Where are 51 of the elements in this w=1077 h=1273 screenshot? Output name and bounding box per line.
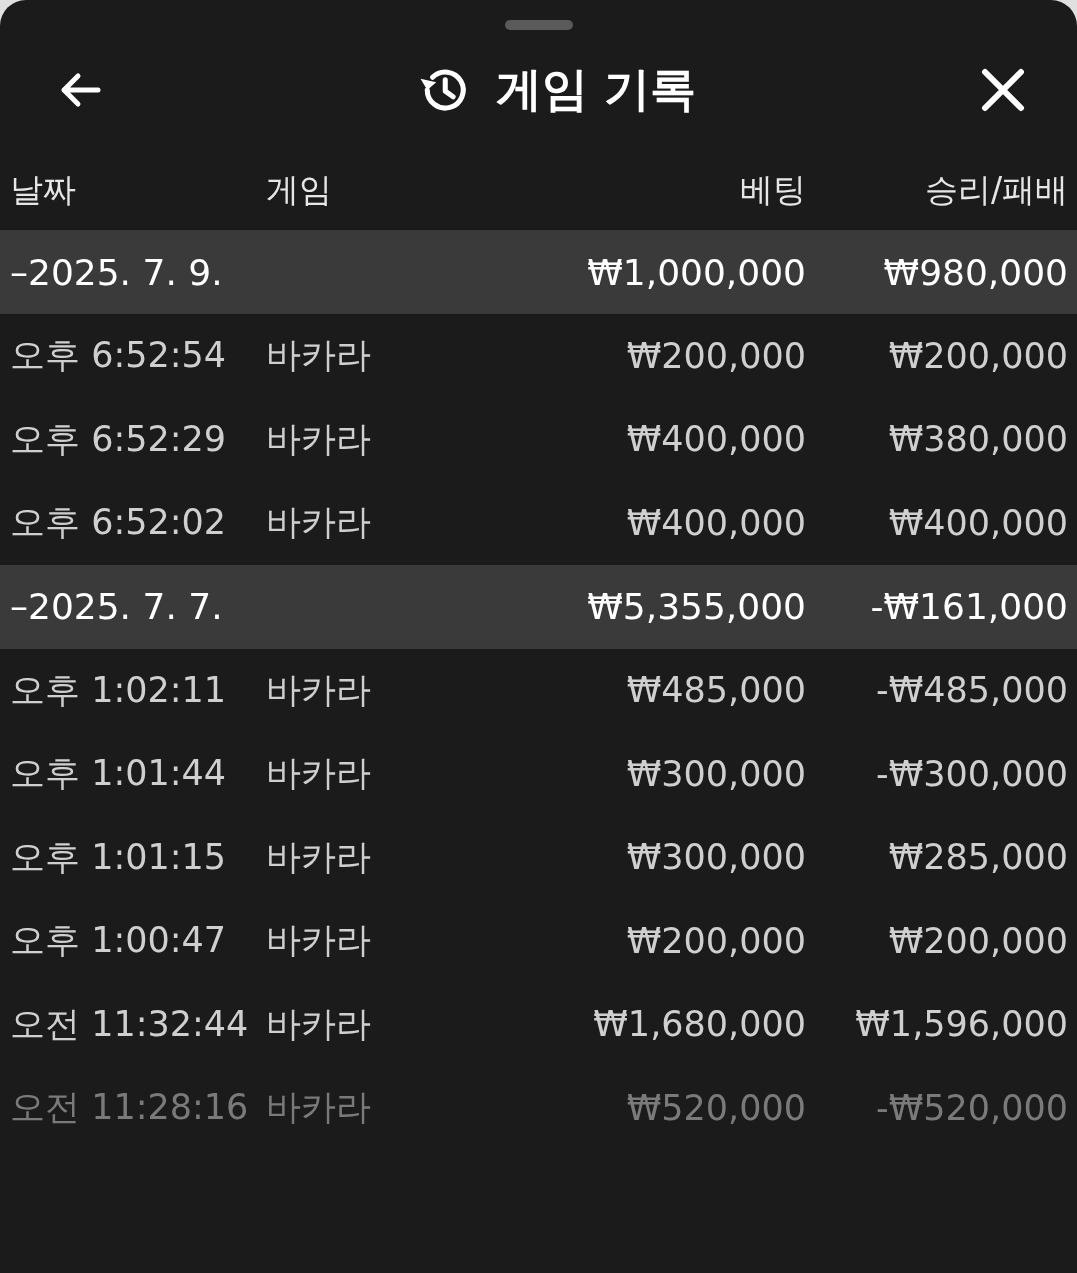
game-cell-text: 바카라 [266, 919, 372, 963]
time-cell-text: 오후 1:01:44 [10, 752, 228, 796]
result-cell-text: ₩200,000 [887, 920, 1068, 961]
sheet-title: 게임 기록 [496, 61, 697, 118]
column-header: 게임 [266, 168, 333, 211]
bet-cell-text: ₩400,000 [625, 502, 806, 543]
bet-cell-text: ₩1,680,000 [592, 1004, 806, 1045]
column-header: 베팅 [739, 168, 806, 211]
bet-cell-text: ₩400,000 [625, 419, 806, 460]
time-cell-text: 오전 11:28:16 [10, 1086, 250, 1130]
game-cell-text: 바카라 [266, 668, 372, 712]
game-cell-text: 바카라 [266, 1002, 372, 1046]
date-group-row[interactable]: –2025. 7. 7. ₩5,355,000 -₩161,000 [0, 564, 1077, 649]
time-cell-text: 오후 6:52:54 [10, 334, 228, 378]
result-cell-text: ₩380,000 [887, 419, 1068, 460]
column-header: 날짜 [10, 168, 77, 211]
date-group-row[interactable]: –2025. 7. 9. ₩1,000,000 ₩980,000 [0, 230, 1077, 314]
time-cell-text: 오후 1:01:15 [10, 835, 228, 879]
result-cell-text: ₩200,000 [887, 335, 1068, 376]
game-cell-text: 바카라 [266, 835, 372, 879]
bet-cell-text: ₩200,000 [625, 920, 806, 961]
game-cell-text: 바카라 [266, 417, 372, 461]
result-cell-text: -₩300,000 [875, 753, 1068, 794]
result-cell-text: ₩1,596,000 [854, 1004, 1068, 1045]
time-cell-text: 오후 1:00:47 [10, 919, 228, 963]
close-icon[interactable] [979, 66, 1027, 114]
game-cell-text: 바카라 [266, 752, 372, 796]
time-cell-text: 오전 11:32:44 [10, 1002, 250, 1046]
result-cell-text: -₩520,000 [875, 1087, 1068, 1128]
group-date: –2025. 7. 7. [10, 586, 224, 627]
group-bet-total: ₩5,355,000 [586, 586, 806, 627]
time-cell-text: 오후 1:02:11 [10, 668, 228, 712]
group-bet-total: ₩1,000,000 [586, 251, 806, 293]
bet-cell-text: ₩520,000 [625, 1087, 806, 1128]
bet-cell-text: ₩300,000 [625, 753, 806, 794]
bet-cell-text: ₩200,000 [625, 335, 806, 376]
column-header: 승리/패배 [923, 168, 1068, 211]
game-cell-text: 바카라 [266, 1086, 372, 1130]
result-cell-text: ₩285,000 [887, 837, 1068, 878]
bet-cell-text: ₩300,000 [625, 837, 806, 878]
time-cell-text: 오후 6:52:29 [10, 417, 228, 461]
result-cell-text: ₩400,000 [887, 502, 1068, 543]
group-date: –2025. 7. 9. [10, 251, 224, 293]
drag-handle[interactable] [504, 20, 573, 30]
group-result-total: ₩980,000 [882, 251, 1068, 293]
time-cell-text: 오후 6:52:02 [10, 501, 228, 545]
group-result-total: -₩161,000 [869, 586, 1068, 627]
bet-cell-text: ₩485,000 [625, 670, 806, 711]
game-cell-text: 바카라 [266, 334, 372, 378]
result-cell-text: -₩485,000 [875, 670, 1068, 711]
game-cell-text: 바카라 [266, 501, 372, 545]
